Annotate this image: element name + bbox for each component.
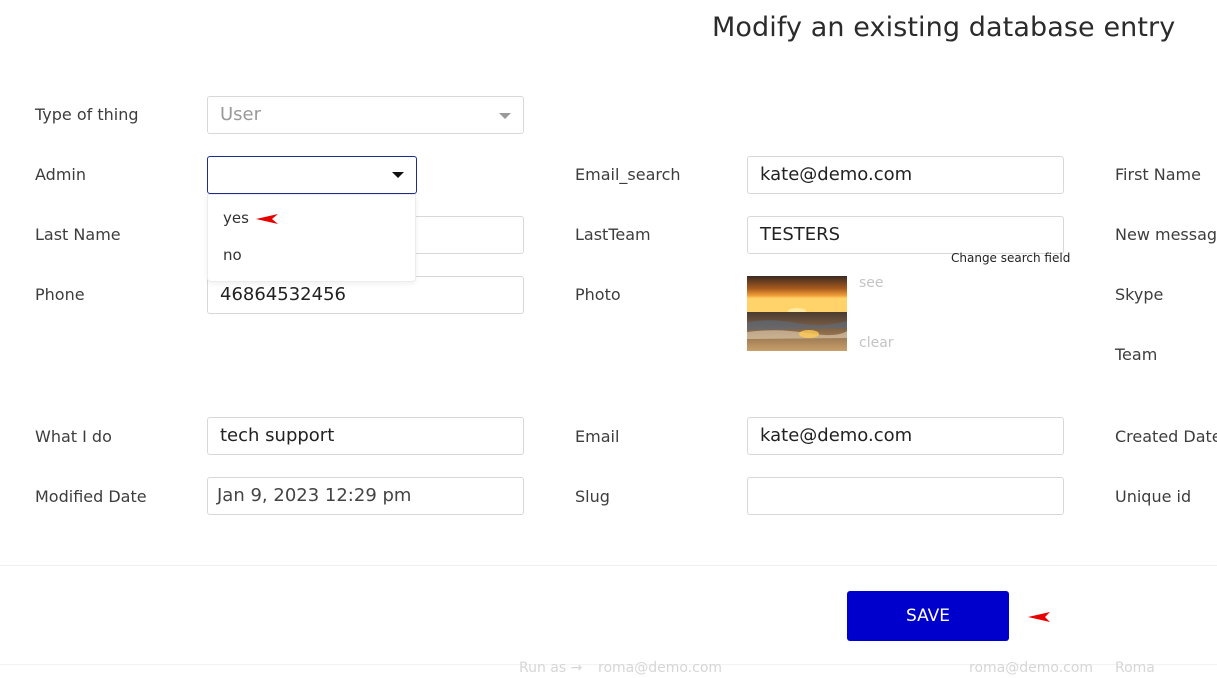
divider — [0, 565, 1217, 566]
email-search-label: Email_search — [575, 165, 681, 184]
annotation-arrow-icon — [256, 214, 278, 224]
admin-option-yes[interactable]: yes — [223, 209, 249, 227]
skype-label: Skype — [1115, 285, 1164, 304]
type-of-thing-value: User — [220, 104, 262, 125]
run-as-label: Run as → — [519, 660, 583, 676]
unique-id-label: Unique id — [1115, 487, 1192, 506]
chevron-down-icon[interactable] — [392, 172, 404, 178]
change-search-field-link[interactable]: Change search field — [951, 251, 1070, 265]
annotation-arrow-icon — [1028, 612, 1050, 622]
new-message-label: New message — [1115, 225, 1217, 244]
sunset-photo-image — [747, 276, 847, 351]
admin-label: Admin — [35, 165, 86, 184]
last-name-label: Last Name — [35, 225, 121, 244]
email-label: Email — [575, 427, 620, 446]
user-email: roma@demo.com — [969, 660, 1094, 676]
photo-thumbnail[interactable] — [747, 276, 847, 351]
first-name-label: First Name — [1115, 165, 1201, 184]
last-team-label: LastTeam — [575, 225, 651, 244]
admin-dropdown-menu: yes no — [207, 194, 416, 282]
modified-date-label: Modified Date — [35, 487, 147, 506]
email-input[interactable]: kate@demo.com — [747, 417, 1064, 455]
chevron-down-icon — [499, 113, 511, 119]
user-name: Roma — [1115, 660, 1155, 676]
photo-see-link[interactable]: see — [859, 275, 884, 291]
page-title: Modify an existing database entry — [712, 12, 1176, 43]
modified-date-input[interactable]: Jan 9, 2023 12:29 pm — [207, 477, 524, 515]
slug-input[interactable] — [747, 477, 1064, 515]
run-as-email: roma@demo.com — [598, 660, 723, 676]
team-label: Team — [1115, 345, 1158, 364]
save-button[interactable]: SAVE — [847, 591, 1009, 641]
slug-label: Slug — [575, 487, 610, 506]
photo-clear-link[interactable]: clear — [859, 335, 894, 351]
what-i-do-input[interactable]: tech support — [207, 417, 524, 455]
admin-option-no[interactable]: no — [223, 246, 242, 264]
phone-label: Phone — [35, 285, 85, 304]
admin-select[interactable] — [207, 156, 417, 194]
type-of-thing-select: User — [207, 96, 524, 134]
type-of-thing-label: Type of thing — [35, 105, 139, 124]
email-search-input[interactable]: kate@demo.com — [747, 156, 1064, 194]
last-team-input[interactable]: TESTERS — [747, 216, 1064, 254]
what-i-do-label: What I do — [35, 427, 112, 446]
created-date-label: Created Date — [1115, 427, 1217, 446]
photo-label: Photo — [575, 285, 621, 304]
